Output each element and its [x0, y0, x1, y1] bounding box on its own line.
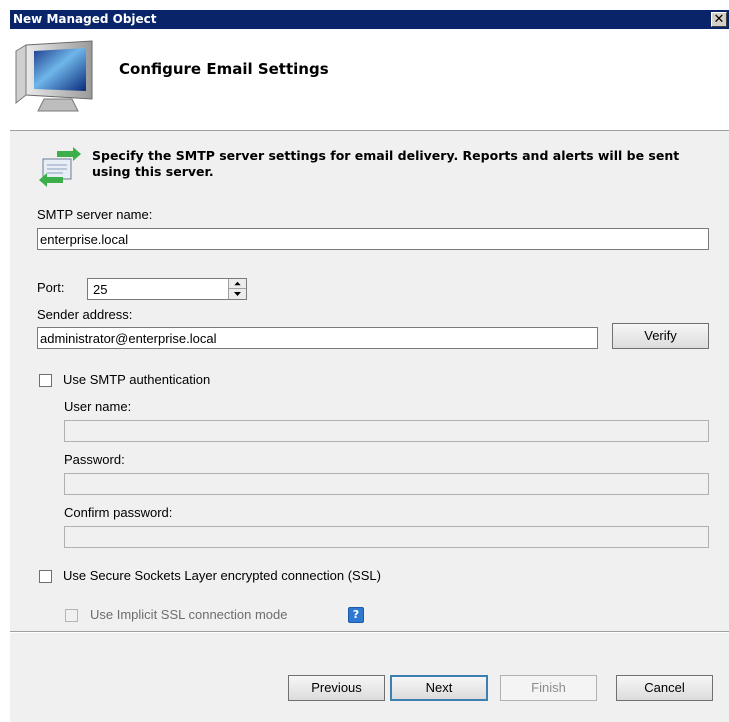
window-title: New Managed Object [13, 12, 157, 26]
confirm-password-input[interactable] [64, 526, 709, 548]
confirm-password-label: Confirm password: [64, 505, 173, 520]
title-bar[interactable]: New Managed Object ✕ [10, 10, 729, 29]
spin-down-icon[interactable] [229, 289, 246, 299]
ssl-checkbox[interactable] [39, 570, 52, 583]
smtp-auth-checkbox[interactable] [39, 374, 52, 387]
implicit-ssl-checkbox[interactable] [65, 609, 78, 622]
dialog-window: New Managed Object ✕ Configure Email Set… [10, 10, 729, 722]
close-icon[interactable]: ✕ [711, 12, 727, 27]
smtp-server-label: SMTP server name: [37, 207, 153, 222]
smtp-server-input[interactable]: enterprise.local [37, 228, 709, 250]
verify-button[interactable]: Verify [612, 323, 709, 349]
password-input[interactable] [64, 473, 709, 495]
email-server-icon [39, 147, 81, 187]
smtp-auth-label: Use SMTP authentication [63, 372, 211, 387]
cancel-button[interactable]: Cancel [616, 675, 713, 701]
page-title: Configure Email Settings [119, 60, 329, 78]
sender-address-label: Sender address: [37, 307, 133, 322]
footer-separator [10, 631, 729, 633]
username-input[interactable] [64, 420, 709, 442]
port-stepper[interactable]: 25 [87, 278, 247, 300]
sender-address-input[interactable]: administrator@enterprise.local [37, 327, 598, 349]
help-icon[interactable]: ? [348, 607, 364, 623]
finish-button[interactable]: Finish [500, 675, 597, 701]
password-label: Password: [64, 452, 125, 467]
port-value: 25 [93, 282, 108, 297]
info-description: Specify the SMTP server settings for ema… [92, 148, 680, 179]
port-spin-buttons [228, 279, 246, 299]
port-label: Port: [37, 280, 65, 295]
wizard-header: Configure Email Settings [10, 29, 729, 131]
implicit-ssl-label: Use Implicit SSL connection mode [90, 607, 288, 622]
username-label: User name: [64, 399, 132, 414]
computer-monitor-icon [15, 40, 93, 112]
previous-button[interactable]: Previous [288, 675, 385, 701]
next-button[interactable]: Next [390, 675, 488, 701]
ssl-label: Use Secure Sockets Layer encrypted conne… [63, 568, 381, 583]
spin-up-icon[interactable] [229, 279, 246, 289]
